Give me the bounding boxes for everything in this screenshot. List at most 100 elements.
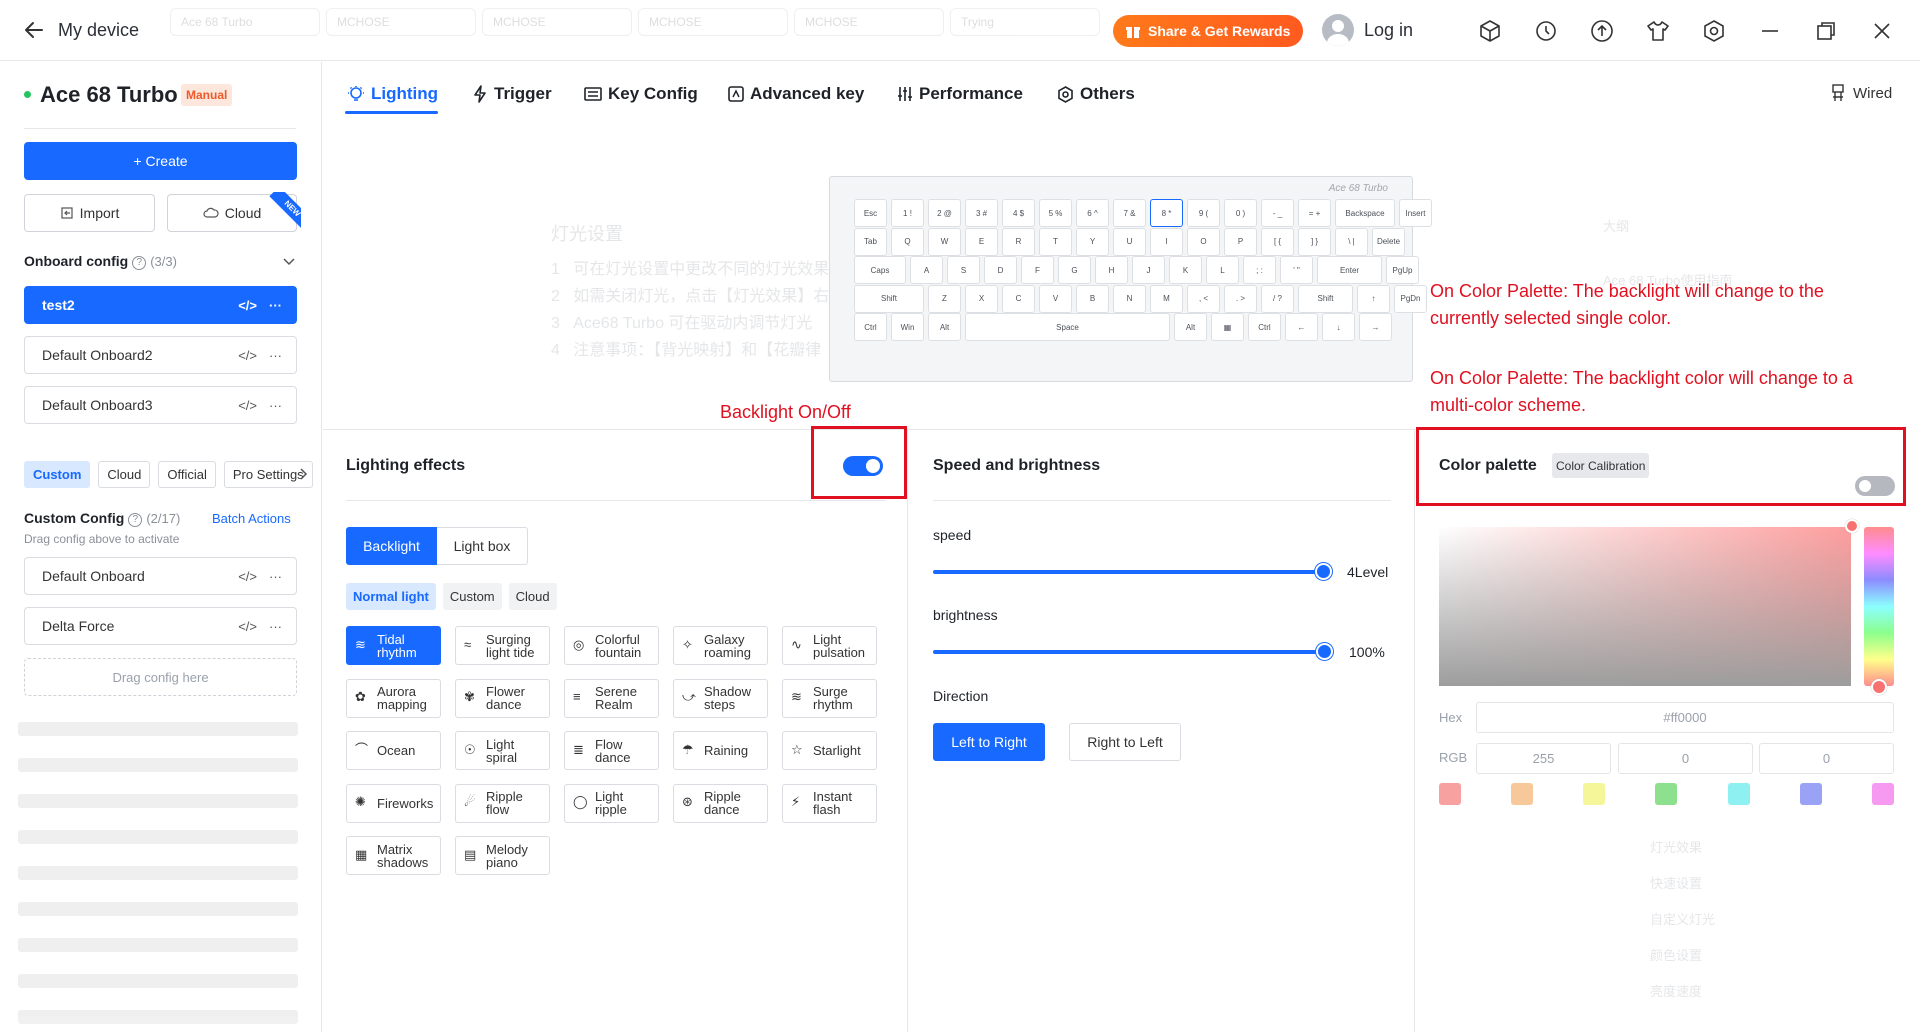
color-picker-cursor[interactable] [1845,519,1859,533]
tab-others[interactable]: Others [1057,84,1135,104]
key-cap[interactable]: Tab [854,227,887,256]
close-icon[interactable] [1869,18,1895,44]
tab-lighting[interactable]: Lighting [347,84,438,104]
key-cap[interactable]: Backspace [1335,199,1395,227]
effect-button[interactable]: ▤ Melody piano [455,836,550,875]
history-icon[interactable] [1533,18,1559,44]
key-cap[interactable]: H [1095,256,1128,284]
cube-icon[interactable] [1477,18,1503,44]
speed-slider-thumb[interactable] [1315,563,1332,580]
color-swatch[interactable] [1583,783,1606,805]
key-cap[interactable]: PgDn [1394,284,1427,313]
tab-backlight[interactable]: Backlight [346,527,437,565]
key-cap[interactable]: Ctrl [854,313,887,341]
hue-slider[interactable] [1864,527,1894,686]
effect-button[interactable]: ⊛ Ripple dance [673,783,768,823]
key-cap[interactable]: A [910,256,943,284]
effect-button[interactable]: ▦ Matrix shadows [346,836,441,875]
color-gradient-picker[interactable] [1439,527,1851,686]
direction-left-to-right[interactable]: Left to Right [933,723,1045,761]
key-cap[interactable]: D [984,256,1017,284]
effect-button[interactable]: ≡ Serene Realm [564,678,659,718]
subtab-cloud[interactable]: Cloud [508,583,557,610]
key-cap[interactable]: M [1150,284,1183,313]
key-cap[interactable]: ] } [1298,227,1331,256]
key-cap[interactable]: Enter [1317,256,1382,284]
subtab-custom[interactable]: Custom [442,583,502,610]
effect-button[interactable]: ✺ Fireworks [346,783,441,823]
key-cap[interactable]: S [947,256,980,284]
key-cap[interactable]: F [1021,256,1054,284]
key-cap[interactable]: / ? [1261,284,1294,313]
key-cap[interactable]: K [1169,256,1202,284]
key-cap[interactable]: N [1113,284,1146,313]
restore-icon[interactable] [1813,18,1839,44]
key-cap[interactable]: U [1113,227,1146,256]
key-cap[interactable]: Shift [854,284,924,313]
key-cap[interactable]: Q [891,227,924,256]
code-icon[interactable]: </> [238,619,257,634]
key-cap[interactable]: 6 ^ [1076,199,1109,227]
chevron-down-icon[interactable] [282,254,296,268]
key-cap[interactable]: 3 # [965,199,998,227]
key-cap[interactable]: P [1224,227,1257,256]
key-cap[interactable]: W [928,227,961,256]
batch-actions-link[interactable]: Batch Actions [212,511,291,526]
upload-icon[interactable] [1589,18,1615,44]
key-cap[interactable]: ; : [1243,256,1276,284]
onboard-config-item[interactable]: Default Onboard3 </> ··· [24,386,297,424]
code-icon[interactable]: </> [238,348,257,363]
key-cap[interactable]: 4 $ [1002,199,1035,227]
color-swatch[interactable] [1511,783,1534,805]
key-cap[interactable]: [ { [1261,227,1294,256]
key-cap[interactable]: V [1039,284,1072,313]
color-calibration-button[interactable]: Color Calibration [1552,453,1650,478]
custom-config-item[interactable]: Default Onboard </> ··· [24,557,297,595]
key-cap[interactable]: ▦ [1211,313,1244,341]
key-cap[interactable]: 1 ! [891,199,924,227]
direction-right-to-left[interactable]: Right to Left [1069,723,1181,761]
create-button[interactable]: + Create [24,142,297,180]
effect-button[interactable]: ✧ Galaxy roaming [673,626,768,665]
code-icon[interactable]: </> [238,569,257,584]
key-cap[interactable]: G [1058,256,1091,284]
effect-button[interactable]: ≋ Surge rhythm [782,678,877,718]
key-cap[interactable]: L [1206,256,1239,284]
effect-button[interactable]: ☉ Light spiral [455,731,550,770]
key-cap[interactable]: E [965,227,998,256]
key-cap[interactable]: Z [928,284,961,313]
key-cap[interactable]: Ctrl [1248,313,1281,341]
effect-button[interactable]: ⌒ Ocean [346,731,441,770]
key-cap[interactable]: \ | [1335,227,1368,256]
effect-button[interactable]: ◯ Light ripple [564,783,659,823]
key-cap[interactable]: Insert [1399,199,1432,227]
onboard-config-item[interactable]: Default Onboard2 </> ··· [24,336,297,374]
chip-cloud[interactable]: Cloud [98,461,151,488]
effect-button[interactable]: ⤻ Shadow steps [673,678,768,718]
chevron-right-icon[interactable] [298,467,308,481]
effect-button[interactable]: ∿ Light pulsation [782,626,877,665]
effect-button[interactable]: ☄ Ripple flow [455,783,550,823]
key-cap[interactable]: ' " [1280,256,1313,284]
key-cap[interactable]: J [1132,256,1165,284]
import-button[interactable]: Import [24,194,155,232]
key-cap[interactable]: 9 ( [1187,199,1220,227]
tab-performance[interactable]: Performance [897,84,1023,104]
chip-custom[interactable]: Custom [24,461,91,488]
backlight-toggle[interactable] [843,456,883,476]
rgb-blue-input[interactable]: 0 [1759,743,1894,774]
more-icon[interactable]: ··· [269,348,282,363]
onboard-config-item[interactable]: test2 </> ··· [24,286,297,324]
share-rewards-button[interactable]: Share & Get Rewards [1113,15,1304,47]
color-swatch[interactable] [1799,783,1822,805]
tab-advanced-key[interactable]: Advanced key [728,84,864,104]
key-cap[interactable]: Y [1076,227,1109,256]
back-button[interactable] [22,18,46,42]
tab-trigger[interactable]: Trigger [472,84,552,104]
color-swatch[interactable] [1655,783,1678,805]
minimize-icon[interactable] [1757,18,1783,44]
code-icon[interactable]: </> [238,298,257,313]
hex-input[interactable]: #ff0000 [1476,702,1894,733]
key-cap[interactable]: = + [1298,199,1331,227]
help-icon[interactable]: ? [128,513,143,527]
